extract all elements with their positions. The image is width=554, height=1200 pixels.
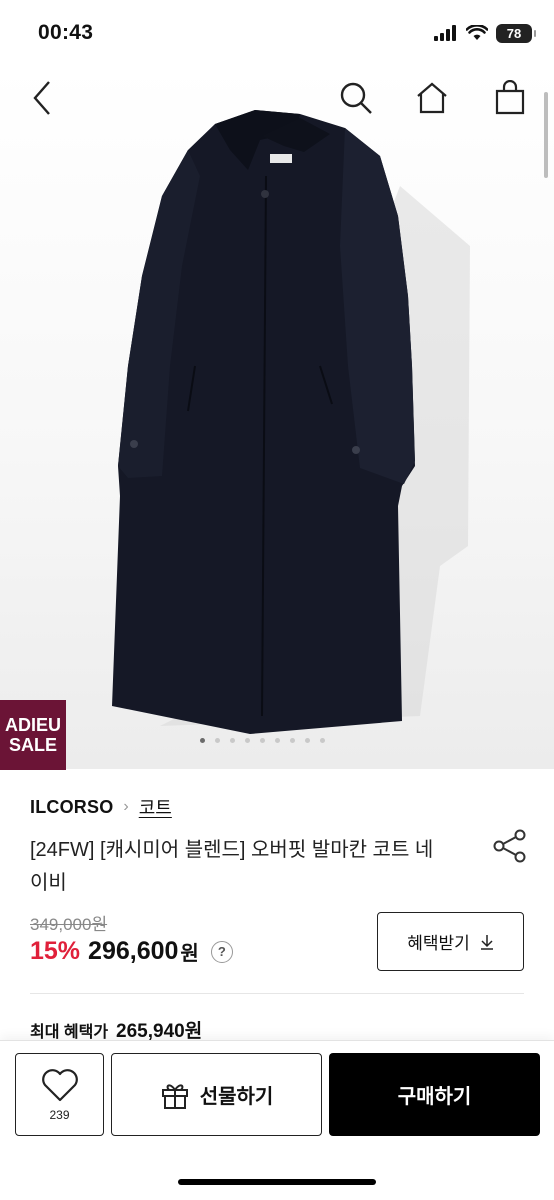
- carousel-dot[interactable]: [305, 738, 310, 743]
- home-indicator: [178, 1179, 376, 1185]
- carousel-dot[interactable]: [260, 738, 265, 743]
- category-link[interactable]: 코트: [139, 794, 172, 820]
- carousel-dot[interactable]: [320, 738, 325, 743]
- bottom-action-bar: 239 선물하기 구매하기: [0, 1040, 554, 1200]
- home-button[interactable]: [412, 78, 452, 118]
- original-price: 349,000원: [30, 915, 108, 934]
- status-bar: 00:43 78: [0, 0, 554, 66]
- scroll-indicator[interactable]: [544, 92, 548, 178]
- carousel-dots: [200, 738, 325, 743]
- chevron-right-icon: ›: [123, 798, 129, 815]
- search-icon: [340, 82, 372, 114]
- max-benefit-price: 최대 혜택가 265,940원: [30, 1016, 202, 1043]
- adieu-sale-badge[interactable]: ADIEU SALE: [0, 700, 66, 770]
- carousel-dot[interactable]: [200, 738, 205, 743]
- status-icons: 78: [434, 23, 536, 43]
- share-icon: [493, 829, 526, 863]
- badge-line2: SALE: [8, 735, 57, 755]
- top-navigation: [0, 66, 554, 130]
- carousel-dot[interactable]: [245, 738, 250, 743]
- buy-button[interactable]: 구매하기: [329, 1053, 540, 1136]
- download-icon: [480, 934, 493, 950]
- battery-icon: 78: [496, 23, 536, 43]
- coat-image: [112, 110, 470, 734]
- carousel-dot[interactable]: [275, 738, 280, 743]
- heart-icon: [41, 1068, 78, 1101]
- currency-unit: 원: [180, 943, 199, 965]
- like-count: 239: [49, 1107, 70, 1122]
- gift-button[interactable]: 선물하기: [111, 1053, 322, 1136]
- shopping-bag-icon: [495, 80, 525, 115]
- search-button[interactable]: [336, 78, 376, 118]
- like-button[interactable]: 239: [15, 1053, 104, 1136]
- back-icon: [33, 81, 50, 115]
- gift-icon: [161, 1083, 188, 1109]
- max-benefit-amount: 265,940원: [116, 1021, 203, 1042]
- carousel-dot[interactable]: [290, 738, 295, 743]
- product-image-carousel[interactable]: [0, 66, 554, 769]
- badge-line1: ADIEU: [4, 715, 61, 735]
- max-benefit-label: 최대 혜택가: [30, 1024, 109, 1041]
- signal-icon: [434, 25, 456, 41]
- price-help-button[interactable]: ?: [210, 940, 233, 963]
- battery-level: 78: [506, 25, 522, 41]
- price-row: 15% 296,600 원 ?: [30, 937, 233, 966]
- wifi-icon: [466, 25, 488, 40]
- gift-button-label: 선물하기: [199, 1086, 274, 1108]
- cart-button[interactable]: [490, 78, 530, 118]
- discount-rate: 15%: [30, 937, 81, 965]
- brand-link[interactable]: ILCORSO: [30, 797, 113, 818]
- carousel-dot[interactable]: [230, 738, 235, 743]
- benefit-button-label: 혜택받기: [407, 934, 470, 953]
- sale-price: 296,600: [88, 937, 179, 965]
- home-icon: [417, 82, 447, 114]
- status-time: 00:43: [38, 21, 94, 44]
- carousel-dot[interactable]: [215, 738, 220, 743]
- get-benefit-button[interactable]: 혜택받기: [377, 912, 524, 971]
- breadcrumb: ILCORSO › 코트: [30, 794, 172, 820]
- divider: [30, 993, 524, 994]
- buy-button-label: 구매하기: [397, 1086, 472, 1108]
- product-title: [24FW] [캐시미어 블렌드] 오버핏 발마칸 코트 네이비: [30, 839, 434, 894]
- back-button[interactable]: [22, 78, 62, 118]
- share-button[interactable]: [492, 828, 528, 864]
